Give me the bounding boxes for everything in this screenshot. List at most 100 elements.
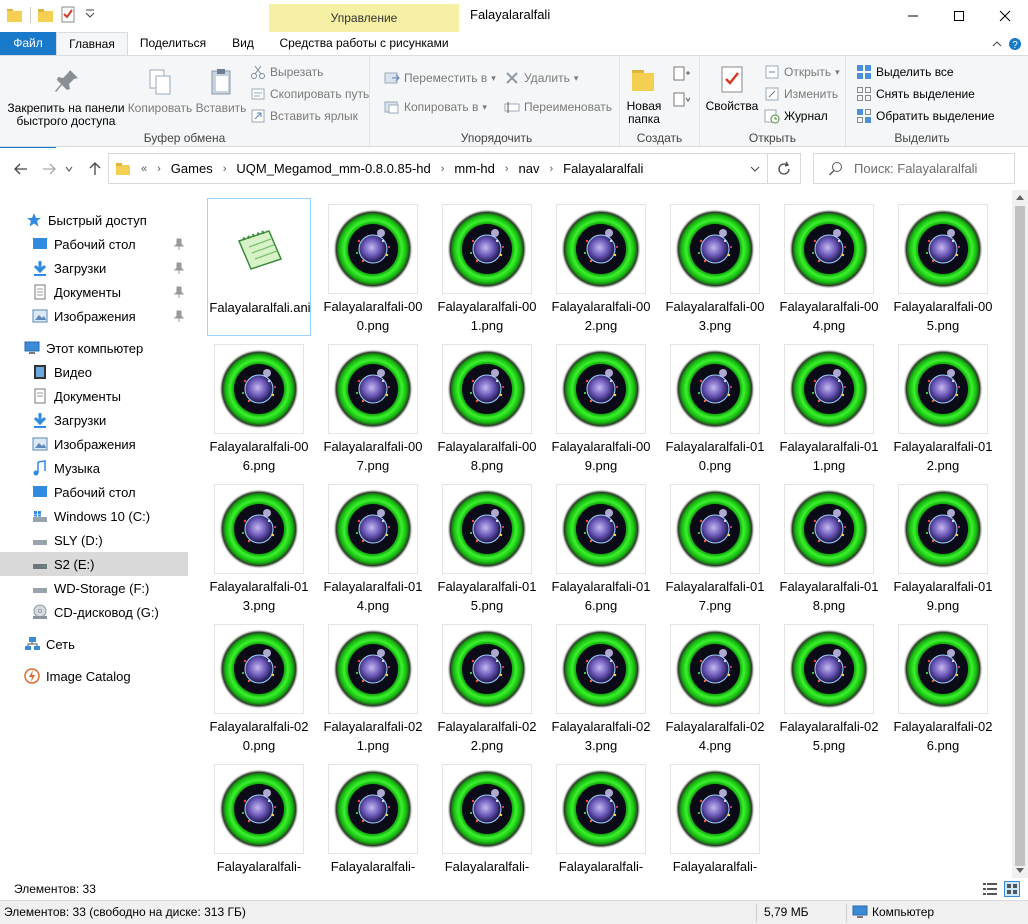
properties-button[interactable]: Свойства — [704, 64, 760, 113]
file-item[interactable]: Falayalaralfali-009.png — [549, 338, 653, 476]
file-item[interactable]: Falayalaralfali- — [663, 758, 767, 876]
breadcrumb-games[interactable]: Games — [171, 161, 213, 176]
copy-button[interactable]: Копировать — [126, 66, 194, 115]
properties-icon[interactable] — [59, 6, 77, 24]
pin-icon[interactable] — [174, 310, 184, 322]
cut-button[interactable]: Вырезать — [250, 64, 323, 80]
file-item[interactable]: Falayalaralfali-015.png — [435, 478, 539, 616]
refresh-button[interactable] — [768, 153, 801, 184]
new-folder-button[interactable]: Новая папка — [624, 64, 664, 126]
file-item[interactable]: Falayalaralfali.ani — [207, 198, 311, 336]
tab-picture-tools[interactable]: Средства работы с рисунками — [269, 32, 459, 56]
file-item[interactable]: Falayalaralfali-025.png — [777, 618, 881, 756]
nav-pictures[interactable]: Изображения — [0, 432, 188, 456]
chevron-down-icon[interactable] — [81, 6, 99, 24]
easy-access-icon[interactable] — [672, 92, 692, 108]
nav-image-catalog[interactable]: Image Catalog — [0, 664, 188, 688]
minimize-button[interactable] — [890, 0, 936, 32]
rename-button[interactable]: Переименовать — [504, 99, 612, 115]
paste-button[interactable]: Вставить — [193, 66, 249, 115]
nav-drive-e[interactable]: S2 (E:) — [0, 552, 188, 576]
help-icon[interactable]: ? — [1008, 37, 1022, 51]
file-item[interactable]: Falayalaralfali-020.png — [207, 618, 311, 756]
scroll-down-icon[interactable] — [1016, 868, 1024, 874]
file-item[interactable]: Falayalaralfali-004.png — [777, 198, 881, 336]
overflow-chevron[interactable]: « — [141, 163, 147, 175]
search-box[interactable]: Поиск: Falayalaralfali — [813, 153, 1015, 184]
file-item[interactable]: Falayalaralfali-003.png — [663, 198, 767, 336]
pin-icon[interactable] — [174, 238, 184, 250]
file-item[interactable]: Falayalaralfali- — [321, 758, 425, 876]
nav-drive-g[interactable]: CD-дисковод (G:) — [0, 600, 188, 624]
file-item[interactable]: Falayalaralfali-019.png — [891, 478, 995, 616]
tab-view[interactable]: Вид — [222, 32, 264, 56]
file-item[interactable]: Falayalaralfali-026.png — [891, 618, 995, 756]
nav-desktop[interactable]: Рабочий стол — [0, 480, 188, 504]
file-item[interactable]: Falayalaralfali-008.png — [435, 338, 539, 476]
move-to-button[interactable]: Переместить в ▾ — [384, 70, 496, 86]
nav-network[interactable]: Сеть — [0, 632, 188, 656]
nav-quick-access[interactable]: Быстрый доступ — [0, 208, 188, 232]
scrollbar-thumb[interactable] — [1015, 206, 1025, 866]
edit-button[interactable]: Изменить — [764, 86, 838, 102]
tab-share[interactable]: Поделиться — [132, 32, 214, 56]
vertical-scrollbar[interactable] — [1012, 190, 1028, 878]
open-button[interactable]: Открыть ▾ — [764, 64, 840, 80]
file-item[interactable]: Falayalaralfali-007.png — [321, 338, 425, 476]
file-item[interactable]: Falayalaralfali-017.png — [663, 478, 767, 616]
breadcrumb-uqm[interactable]: UQM_Megamod_mm-0.8.0.85-hd — [236, 161, 430, 176]
paste-shortcut-button[interactable]: Вставить ярлык — [250, 108, 358, 124]
pin-icon[interactable] — [174, 286, 184, 298]
copy-path-button[interactable]: Скопировать путь — [250, 86, 369, 102]
nav-music[interactable]: Музыка — [0, 456, 188, 480]
file-item[interactable]: Falayalaralfali-006.png — [207, 338, 311, 476]
file-item[interactable]: Falayalaralfali-018.png — [777, 478, 881, 616]
scroll-up-icon[interactable] — [1016, 194, 1024, 200]
tab-home[interactable]: Главная — [56, 32, 128, 56]
new-item-icon[interactable] — [672, 66, 692, 82]
breadcrumb-current[interactable]: Falayalaralfali — [563, 161, 643, 176]
file-item[interactable]: Falayalaralfali-016.png — [549, 478, 653, 616]
up-button[interactable] — [84, 158, 106, 180]
file-item[interactable]: Falayalaralfali-023.png — [549, 618, 653, 756]
file-item[interactable]: Falayalaralfali-013.png — [207, 478, 311, 616]
new-folder-icon[interactable] — [37, 6, 55, 24]
file-item[interactable]: Falayalaralfali-024.png — [663, 618, 767, 756]
address-dropdown-icon[interactable] — [749, 164, 761, 174]
breadcrumb-mm-hd[interactable]: mm-hd — [454, 161, 494, 176]
nav-qa-downloads[interactable]: Загрузки — [0, 256, 188, 280]
file-item[interactable]: Falayalaralfali-021.png — [321, 618, 425, 756]
recent-locations-button[interactable] — [62, 158, 76, 180]
chevron-up-icon[interactable] — [990, 37, 1004, 51]
file-item[interactable]: Falayalaralfali-022.png — [435, 618, 539, 756]
file-item[interactable]: Falayalaralfali-000.png — [321, 198, 425, 336]
nav-qa-documents[interactable]: Документы — [0, 280, 188, 304]
nav-drive-c[interactable]: Windows 10 (C:) — [0, 504, 188, 528]
file-item[interactable]: Falayalaralfali-012.png — [891, 338, 995, 476]
nav-qa-pictures[interactable]: Изображения — [0, 304, 188, 328]
file-item[interactable]: Falayalaralfali-014.png — [321, 478, 425, 616]
delete-button[interactable]: Удалить ▾ — [504, 70, 578, 86]
invert-selection-button[interactable]: Обратить выделение — [856, 108, 995, 124]
breadcrumb-nav[interactable]: nav — [519, 161, 540, 176]
back-button[interactable] — [10, 158, 32, 180]
nav-documents[interactable]: Документы — [0, 384, 188, 408]
file-item[interactable]: Falayalaralfali-010.png — [663, 338, 767, 476]
large-icons-view-icon[interactable] — [1004, 881, 1020, 897]
file-item[interactable]: Falayalaralfali- — [549, 758, 653, 876]
nav-qa-desktop[interactable]: Рабочий стол — [0, 232, 188, 256]
select-all-button[interactable]: Выделить все — [856, 64, 954, 80]
maximize-button[interactable] — [936, 0, 982, 32]
file-item[interactable]: Falayalaralfali- — [207, 758, 311, 876]
file-item[interactable]: Falayalaralfali-005.png — [891, 198, 995, 336]
details-view-icon[interactable] — [982, 881, 998, 897]
nav-this-pc[interactable]: Этот компьютер — [0, 336, 188, 360]
close-button[interactable] — [982, 0, 1028, 32]
nav-videos[interactable]: Видео — [0, 360, 188, 384]
history-button[interactable]: Журнал — [764, 108, 828, 124]
file-item[interactable]: Falayalaralfali-011.png — [777, 338, 881, 476]
pin-quick-access-button[interactable]: Закрепить на панели быстрого доступа — [6, 66, 126, 128]
manage-context-tab[interactable]: Управление — [269, 4, 459, 32]
forward-button[interactable] — [38, 158, 60, 180]
nav-downloads[interactable]: Загрузки — [0, 408, 188, 432]
